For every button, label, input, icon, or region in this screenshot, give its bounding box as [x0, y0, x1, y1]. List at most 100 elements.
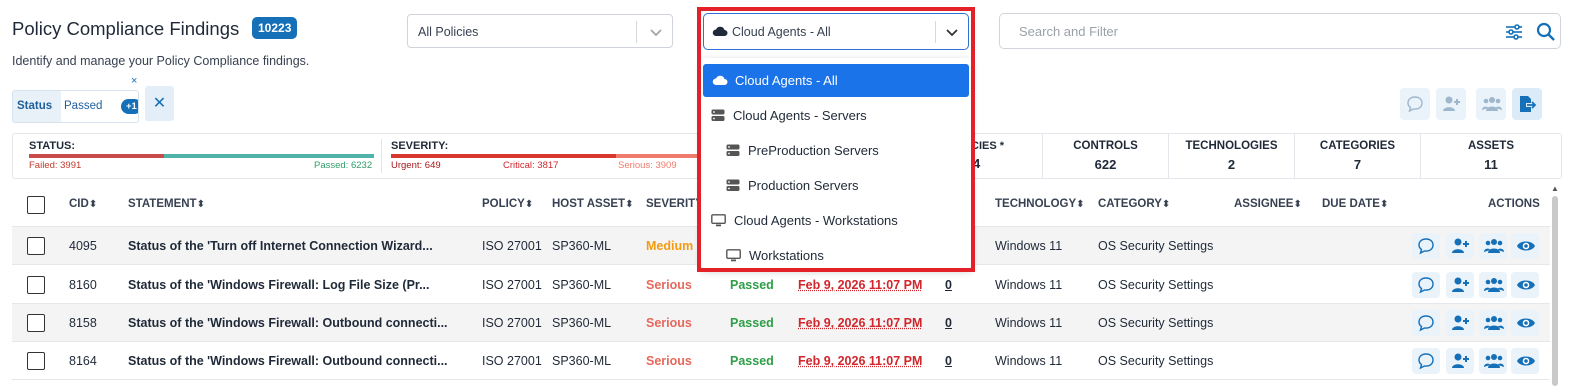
policy-cell: ISO 27001: [482, 354, 542, 368]
scroll-up-arrow[interactable]: ▲: [1551, 184, 1559, 193]
column-header-due-date[interactable]: DUE DATE⬍: [1322, 198, 1388, 210]
view-button[interactable]: [1511, 348, 1539, 374]
assign-user-button[interactable]: [1446, 233, 1474, 259]
filter-chip-key: Status: [13, 91, 61, 122]
column-header-host-asset[interactable]: HOST ASSET⬍: [552, 198, 633, 210]
sort-icon: ⬍: [88, 199, 98, 210]
categories-value: 7: [1353, 157, 1362, 172]
urgent-count[interactable]: Urgent: 649: [391, 160, 441, 171]
categories-summary[interactable]: CATEGORIES 7: [1294, 134, 1420, 178]
search-filter-box[interactable]: Search and Filter: [999, 13, 1561, 49]
column-header-cid[interactable]: CID⬍: [69, 198, 97, 210]
severity-cell: Serious: [646, 316, 692, 330]
row-checkbox[interactable]: [27, 352, 45, 370]
clear-filters-button[interactable]: ✕: [145, 86, 174, 121]
chevron-down-icon[interactable]: [648, 24, 664, 40]
vertical-scrollbar[interactable]: [1552, 196, 1558, 386]
policies-select[interactable]: All Policies: [407, 14, 673, 48]
severity-summary-label: SEVERITY:: [391, 140, 449, 152]
filter-chip-more-badge: +1: [121, 99, 138, 114]
technology-cell: Windows 11: [995, 354, 1063, 368]
comment-button[interactable]: [1400, 88, 1430, 120]
column-header-technology[interactable]: TECHNOLOGY⬍: [995, 198, 1085, 210]
search-input[interactable]: Search and Filter: [1019, 24, 1118, 39]
category-cell: OS Security Settings: [1098, 354, 1214, 368]
divider: [381, 139, 382, 173]
statement-cell[interactable]: Status of the 'Windows Firewall: Outboun…: [128, 354, 448, 368]
comment-button[interactable]: [1412, 348, 1440, 374]
category-cell: OS Security Settings: [1098, 316, 1214, 330]
sort-icon: ⬍: [1379, 199, 1389, 210]
assets-count-link[interactable]: 0: [945, 316, 952, 330]
row-checkbox[interactable]: [27, 314, 45, 332]
column-header-assignee[interactable]: ASSIGNEE⬍: [1234, 198, 1302, 210]
assign-group-button[interactable]: [1479, 272, 1507, 298]
host-asset-cell[interactable]: SP360-ML: [552, 354, 611, 368]
status-cell: Passed: [730, 316, 774, 330]
host-asset-cell[interactable]: SP360-ML: [552, 278, 611, 292]
assets-summary[interactable]: ASSETS 11: [1420, 134, 1561, 178]
assets-count-link[interactable]: 0: [945, 354, 952, 368]
statement-cell[interactable]: Status of the 'Turn off Internet Connect…: [128, 239, 433, 253]
technologies-summary[interactable]: TECHNOLOGIES 2: [1168, 134, 1294, 178]
comment-button[interactable]: [1412, 272, 1440, 298]
column-header-category[interactable]: CATEGORY⬍: [1098, 198, 1170, 210]
status-bar-track: [29, 154, 374, 158]
comment-button[interactable]: [1412, 233, 1440, 259]
policy-cell: ISO 27001: [482, 239, 542, 253]
view-button[interactable]: [1511, 310, 1539, 336]
technology-cell: Windows 11: [995, 316, 1063, 330]
assign-group-button[interactable]: [1476, 88, 1506, 120]
controls-summary[interactable]: CONTROLS 622: [1042, 134, 1168, 178]
table-row[interactable]: 8158 Status of the 'Windows Firewall: Out…: [12, 304, 1550, 342]
comment-button[interactable]: [1412, 310, 1440, 336]
status-cell: Passed: [730, 278, 774, 292]
assign-user-button[interactable]: [1446, 272, 1474, 298]
policy-cell: ISO 27001: [482, 278, 542, 292]
assign-user-button[interactable]: [1446, 348, 1474, 374]
serious-count[interactable]: Serious: 3909: [618, 160, 677, 171]
row-checkbox[interactable]: [27, 276, 45, 294]
cid-cell: 8160: [69, 278, 97, 292]
failed-count[interactable]: Failed: 3991: [29, 160, 81, 171]
statement-cell[interactable]: Status of the 'Windows Firewall: Log Fil…: [128, 278, 430, 292]
status-filter-chip[interactable]: Status Passed +1: [12, 90, 139, 123]
category-cell: OS Security Settings: [1098, 239, 1214, 253]
assign-user-button[interactable]: [1446, 310, 1474, 336]
row-checkbox[interactable]: [27, 237, 45, 255]
table-row[interactable]: 8164 Status of the 'Windows Firewall: Out…: [12, 342, 1550, 380]
filter-settings-icon[interactable]: [1505, 24, 1523, 40]
view-button[interactable]: [1511, 272, 1539, 298]
due-date-cell[interactable]: Feb 9, 2026 11:07 PM: [798, 278, 922, 292]
export-button[interactable]: [1512, 88, 1542, 120]
host-asset-cell[interactable]: SP360-ML: [552, 239, 611, 253]
sort-icon: ⬍: [625, 199, 634, 210]
view-button[interactable]: [1511, 233, 1539, 259]
column-header-severity[interactable]: SEVERITY: [646, 198, 703, 210]
page-subtitle: Identify and manage your Policy Complian…: [12, 54, 310, 68]
remove-filter-icon[interactable]: ×: [131, 75, 137, 87]
column-header-actions: ACTIONS: [1488, 198, 1540, 210]
assign-user-button[interactable]: [1436, 88, 1466, 120]
due-date-cell[interactable]: Feb 9, 2026 11:07 PM: [798, 354, 922, 368]
critical-count[interactable]: Critical: 3817: [503, 160, 558, 171]
search-icon[interactable]: [1536, 22, 1556, 42]
select-all-checkbox[interactable]: [27, 196, 45, 214]
category-cell: OS Security Settings: [1098, 278, 1214, 292]
technologies-label: TECHNOLOGIES: [1185, 140, 1278, 152]
column-header-policy[interactable]: POLICY⬍: [482, 198, 533, 210]
policy-cell: ISO 27001: [482, 316, 542, 330]
assign-group-button[interactable]: [1479, 233, 1507, 259]
host-asset-cell[interactable]: SP360-ML: [552, 316, 611, 330]
user-plus-icon: [1443, 96, 1460, 111]
technology-cell: Windows 11: [995, 278, 1063, 292]
column-header-statement[interactable]: STATEMENT⬍: [128, 198, 205, 210]
assets-count-link[interactable]: 0: [945, 278, 952, 292]
assign-group-button[interactable]: [1479, 348, 1507, 374]
statement-cell[interactable]: Status of the 'Windows Firewall: Outboun…: [128, 316, 448, 330]
passed-count[interactable]: Passed: 6232: [314, 160, 372, 171]
status-bar-failed: [29, 154, 164, 158]
due-date-cell[interactable]: Feb 9, 2026 11:07 PM: [798, 316, 922, 330]
status-summary-label: STATUS:: [29, 140, 76, 152]
assign-group-button[interactable]: [1479, 310, 1507, 336]
